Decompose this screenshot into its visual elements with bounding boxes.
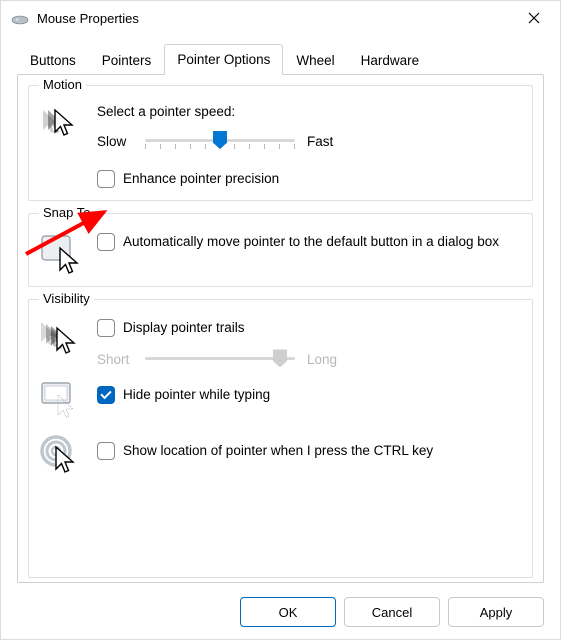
window-title: Mouse Properties	[37, 11, 514, 26]
enhance-precision-checkbox[interactable]	[97, 170, 115, 188]
trails-slider	[145, 347, 295, 371]
group-legend-snap-to: Snap To	[39, 205, 94, 220]
ok-button[interactable]: OK	[240, 597, 336, 627]
fast-label: Fast	[307, 134, 343, 149]
group-motion: Motion Select a pointer speed: Slow	[28, 85, 533, 201]
close-button[interactable]	[514, 4, 554, 32]
tab-wheel[interactable]: Wheel	[283, 45, 347, 75]
mouse-icon	[11, 13, 29, 23]
slow-label: Slow	[97, 134, 133, 149]
titlebar: Mouse Properties	[1, 1, 560, 35]
apply-button[interactable]: Apply	[448, 597, 544, 627]
trails-icon	[39, 318, 83, 358]
pointer-speed-label: Select a pointer speed:	[97, 104, 522, 119]
tab-panel: Motion Select a pointer speed: Slow	[17, 74, 544, 583]
short-label: Short	[97, 352, 133, 367]
dialog-button-bar: OK Cancel Apply	[1, 589, 560, 639]
group-legend-motion: Motion	[39, 77, 86, 92]
ctrl-locate-checkbox[interactable]	[97, 442, 115, 460]
snap-to-checkbox[interactable]	[97, 233, 115, 251]
motion-cursor-icon	[39, 104, 83, 140]
snap-to-label: Automatically move pointer to the defaul…	[123, 232, 499, 251]
mouse-properties-dialog: Mouse Properties Buttons Pointers Pointe…	[0, 0, 561, 640]
hide-typing-checkbox[interactable]	[97, 386, 115, 404]
pointer-trails-label: Display pointer trails	[123, 318, 245, 337]
snap-to-icon	[39, 232, 83, 274]
group-legend-visibility: Visibility	[39, 291, 94, 306]
group-visibility: Visibility Display pointer trails	[28, 299, 533, 578]
tab-buttons[interactable]: Buttons	[17, 45, 89, 75]
long-label: Long	[307, 352, 343, 367]
ctrl-locate-icon	[39, 433, 83, 477]
hide-typing-icon	[39, 379, 83, 419]
tab-strip: Buttons Pointers Pointer Options Wheel H…	[1, 35, 560, 74]
group-snap-to: Snap To Automatically move pointer to th…	[28, 213, 533, 287]
ctrl-locate-label: Show location of pointer when I press th…	[123, 441, 433, 460]
pointer-trails-checkbox[interactable]	[97, 319, 115, 337]
tab-hardware[interactable]: Hardware	[348, 45, 433, 75]
enhance-precision-label: Enhance pointer precision	[123, 169, 279, 188]
tab-pointers[interactable]: Pointers	[89, 45, 165, 75]
cancel-button[interactable]: Cancel	[344, 597, 440, 627]
hide-typing-label: Hide pointer while typing	[123, 385, 270, 404]
tab-pointer-options[interactable]: Pointer Options	[164, 44, 283, 75]
pointer-speed-slider[interactable]	[145, 129, 295, 153]
